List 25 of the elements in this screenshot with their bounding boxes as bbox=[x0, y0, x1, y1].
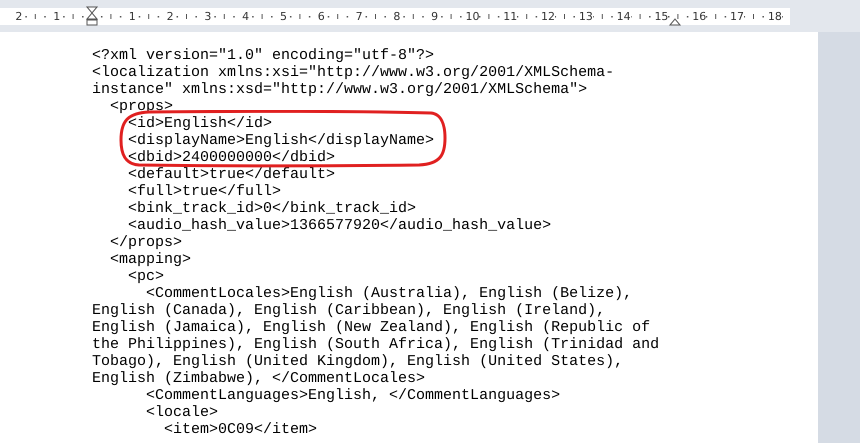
code-line: <CommentLocales>English (Australia), English (Belize), bbox=[145, 285, 632, 302]
code-line: English (Zimbabwe), </CommentLocales> bbox=[92, 370, 426, 387]
code-line: Tobago), English (United Kingdom), English (United States), bbox=[92, 353, 624, 370]
indent-marker-icon[interactable] bbox=[86, 6, 98, 26]
code-line: instance" xmlns:xsd="http://www.w3.org/2001/XMLSchema"> bbox=[92, 81, 588, 98]
code-line: <props> bbox=[109, 98, 174, 115]
code-line: <dbid>2400000000</dbid> bbox=[127, 149, 336, 166]
code-line: English (Canada), English (Caribbean), English (Ireland), bbox=[92, 302, 606, 319]
code-line: <bink_track_id>0</bink_track_id> bbox=[127, 200, 416, 217]
code-line: <locale> bbox=[145, 404, 218, 421]
code-line: <displayName>English</displayName> bbox=[127, 132, 434, 149]
code-line: <full>true</full> bbox=[127, 183, 282, 200]
code-line: <default>true</default> bbox=[127, 166, 336, 183]
code-line: </props> bbox=[109, 234, 182, 251]
code-line: the Philippines), English (South Africa), English (Trinidad and bbox=[92, 336, 660, 353]
code-line: <pc> bbox=[127, 268, 164, 285]
code-line: English (Jamaica), English (New Zealand), English (Republic of bbox=[92, 319, 650, 336]
code-line: <mapping> bbox=[109, 251, 192, 268]
code-line: <localization xmlns:xsi="http://www.w3.org/2001/XMLSchema- bbox=[92, 64, 614, 81]
code-line: <id>English</id> bbox=[127, 115, 272, 132]
code-line: <audio_hash_value>1366577920</audio_hash_value> bbox=[127, 217, 552, 234]
code-line: <?xml version="1.0" encoding="utf-8"?> bbox=[92, 47, 434, 64]
code-line: <CommentLanguages>English, </CommentLanguages> bbox=[145, 387, 560, 404]
code-line: <item>0C09</item> bbox=[163, 421, 318, 438]
right-indent-marker-icon[interactable] bbox=[669, 18, 681, 26]
